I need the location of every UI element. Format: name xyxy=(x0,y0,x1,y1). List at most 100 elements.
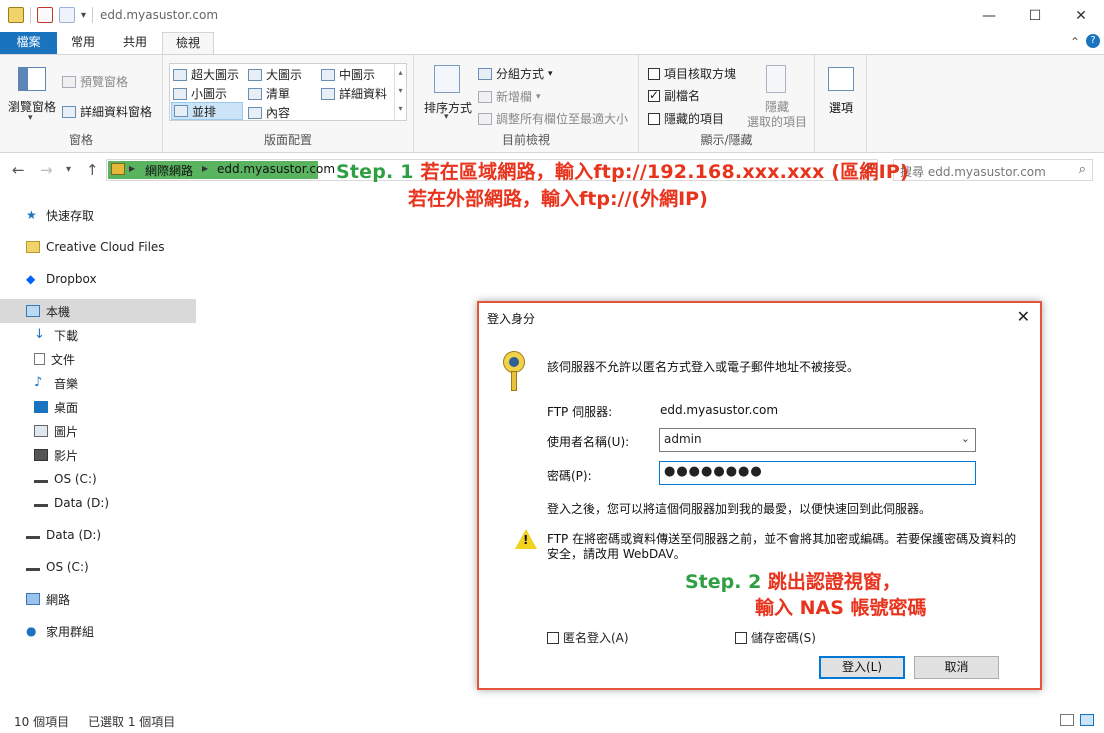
navigation-pane-icon xyxy=(18,67,46,91)
nav-videos[interactable]: 影片 xyxy=(0,443,196,467)
close-window-button[interactable]: ✕ xyxy=(1058,0,1104,32)
group-show-hide: 項目核取方塊 副檔名 隱藏的項目 隱藏 選取的項目 顯示/隱藏 xyxy=(639,55,815,152)
search-box[interactable]: 搜尋 edd.myasustor.com ⌕ xyxy=(893,159,1093,181)
ribbon: 瀏覽窗格 ▾ 預覽窗格 詳細資料窗格 窗格 版面配置 超大圖示 大圖示 中圖示 … xyxy=(0,54,1104,153)
help-icon[interactable]: ? xyxy=(1086,34,1100,48)
layout-content[interactable]: 內容 xyxy=(248,104,290,121)
back-arrow-icon[interactable]: ← xyxy=(12,161,25,179)
gallery-scroll[interactable]: ▴ ▾ ▾ xyxy=(394,64,406,120)
layout-gallery: 超大圖示 大圖示 中圖示 小圖示 清單 詳細資料 並排 內容 ▴ ▾ ▾ xyxy=(169,63,407,121)
nav-desktop[interactable]: 桌面 xyxy=(0,395,196,419)
computer-icon xyxy=(26,305,40,317)
anonymous-login-option[interactable]: 匿名登入(A) xyxy=(547,629,629,646)
item-checkboxes-checkbox[interactable] xyxy=(648,67,660,80)
preview-pane-button[interactable]: 預覽窗格 xyxy=(62,73,128,90)
search-icon[interactable]: ⌕ xyxy=(1079,162,1086,177)
tiles-icon xyxy=(174,105,188,117)
anonymous-login-checkbox[interactable] xyxy=(547,631,559,644)
nav-homegroup[interactable]: ● 家用群組 xyxy=(0,619,196,643)
nav-this-pc[interactable]: 本機 xyxy=(0,299,196,323)
group-by-button[interactable]: 分組方式 ▾ xyxy=(478,65,553,82)
preview-pane-icon xyxy=(62,75,76,88)
maximize-button[interactable]: ☐ xyxy=(1012,0,1058,32)
list-icon xyxy=(248,87,262,100)
nav-data-d[interactable]: Data (D:) xyxy=(0,491,196,515)
tab-share[interactable]: 共用 xyxy=(110,32,160,54)
tab-view[interactable]: 檢視 xyxy=(162,32,214,54)
layout-small-icons[interactable]: 小圖示 xyxy=(173,85,227,102)
dialog-title-bar: 登入身分 ✕ xyxy=(479,303,1040,331)
recent-locations-chevron-icon[interactable]: ▾ xyxy=(66,164,71,175)
size-columns-icon xyxy=(478,112,492,125)
nav-quick-access[interactable]: ★ 快速存取 xyxy=(0,203,196,227)
username-field[interactable]: admin ⌄ xyxy=(659,428,976,452)
layout-large-icons[interactable]: 大圖示 xyxy=(248,66,302,83)
layout-medium-icons[interactable]: 中圖示 xyxy=(321,66,375,83)
file-extensions-checkbox[interactable] xyxy=(648,88,660,102)
step1-prefix: Step. 1 xyxy=(336,161,414,183)
group-label-show-hide: 顯示/隱藏 xyxy=(700,133,753,147)
large-icons-view-icon[interactable] xyxy=(1080,714,1094,726)
new-folder-icon[interactable] xyxy=(59,7,75,23)
hidden-items-toggle[interactable]: 隱藏的項目 xyxy=(648,110,724,127)
nav-network[interactable]: 網路 xyxy=(0,587,196,611)
username-label: 使用者名稱(U): xyxy=(547,435,630,449)
group-current-view: 排序方式 ▾ 分組方式 ▾ 新增欄 ▾ 調整所有欄位至最適大小 目前檢視 xyxy=(414,55,639,152)
breadcrumb-chevron-icon[interactable]: ▸ xyxy=(129,161,135,175)
drive-icon xyxy=(34,475,48,483)
hidden-items-checkbox[interactable] xyxy=(648,112,660,125)
nav-music[interactable]: ♪ 音樂 xyxy=(0,371,196,395)
save-password-checkbox[interactable] xyxy=(735,631,747,644)
layout-tiles[interactable]: 並排 xyxy=(171,102,243,120)
extra-large-icons-icon xyxy=(173,68,187,81)
nav-creative-cloud[interactable]: Creative Cloud Files xyxy=(0,235,196,259)
desktop-icon xyxy=(34,401,48,413)
sort-by-icon xyxy=(434,65,460,93)
tab-home[interactable]: 常用 xyxy=(58,32,108,54)
dialog-close-icon[interactable]: ✕ xyxy=(1017,307,1030,326)
window-title: edd.myasustor.com xyxy=(100,8,219,22)
nav-downloads[interactable]: ↓ 下載 xyxy=(0,323,196,347)
nav-documents[interactable]: 文件 xyxy=(0,347,196,371)
file-extensions-toggle[interactable]: 副檔名 xyxy=(648,87,700,104)
chevron-down-icon[interactable]: ⌄ xyxy=(961,432,970,445)
step2-line1: 跳出認證視窗， xyxy=(761,571,901,593)
search-input[interactable]: 搜尋 edd.myasustor.com xyxy=(900,163,1046,180)
forward-arrow-icon[interactable]: → xyxy=(40,161,53,179)
server-label: FTP 伺服器: xyxy=(547,405,613,419)
group-panes: 瀏覽窗格 ▾ 預覽窗格 詳細資料窗格 窗格 xyxy=(0,55,163,152)
nav-data-d-root[interactable]: Data (D:) xyxy=(0,523,196,547)
size-all-columns-button[interactable]: 調整所有欄位至最適大小 xyxy=(478,110,628,127)
item-checkboxes-toggle[interactable]: 項目核取方塊 xyxy=(648,65,736,82)
minimize-button[interactable]: — xyxy=(966,0,1012,32)
nav-os-c[interactable]: OS (C:) xyxy=(0,467,196,491)
options-button[interactable]: 選項 xyxy=(829,99,853,116)
up-arrow-icon[interactable]: ↑ xyxy=(86,161,99,179)
layout-extra-large-icons[interactable]: 超大圖示 xyxy=(173,66,239,83)
breadcrumb-chevron-icon[interactable]: ▸ xyxy=(202,161,208,175)
save-password-option[interactable]: 儲存密碼(S) xyxy=(735,629,816,646)
add-columns-button[interactable]: 新增欄 ▾ xyxy=(478,88,541,105)
breadcrumb-host[interactable]: edd.myasustor.com xyxy=(217,162,335,176)
details-pane-button[interactable]: 詳細資料窗格 xyxy=(62,103,152,120)
nav-pictures[interactable]: 圖片 xyxy=(0,419,196,443)
breadcrumb-internet[interactable]: 網際網路 xyxy=(145,162,193,179)
details-view-icon[interactable] xyxy=(1060,714,1074,726)
ribbon-tabs: 檔案 常用 共用 檢視 ⌃ ? xyxy=(0,32,1104,54)
properties-icon[interactable] xyxy=(37,7,53,23)
collapse-ribbon-icon[interactable]: ⌃ xyxy=(1070,35,1080,49)
nav-os-c-root[interactable]: OS (C:) xyxy=(0,555,196,579)
customize-qa-dropdown-icon[interactable]: ▾ xyxy=(81,10,86,21)
drive-icon xyxy=(34,499,48,507)
hide-selected-label-2[interactable]: 選取的項目 xyxy=(747,113,807,130)
layout-list[interactable]: 清單 xyxy=(248,85,290,102)
group-options: 選項 xyxy=(815,55,867,152)
group-by-icon xyxy=(478,67,492,80)
step1-line2: 若在外部網路，輸入ftp://(外網IP) xyxy=(408,188,708,210)
tab-file[interactable]: 檔案 xyxy=(0,32,57,54)
login-button[interactable]: 登入(L) xyxy=(819,656,905,679)
password-field[interactable]: ●●●●●●●● xyxy=(659,461,976,485)
layout-details[interactable]: 詳細資料 xyxy=(321,85,387,102)
nav-dropbox[interactable]: ◆ Dropbox xyxy=(0,267,196,291)
cancel-button[interactable]: 取消 xyxy=(914,656,999,679)
